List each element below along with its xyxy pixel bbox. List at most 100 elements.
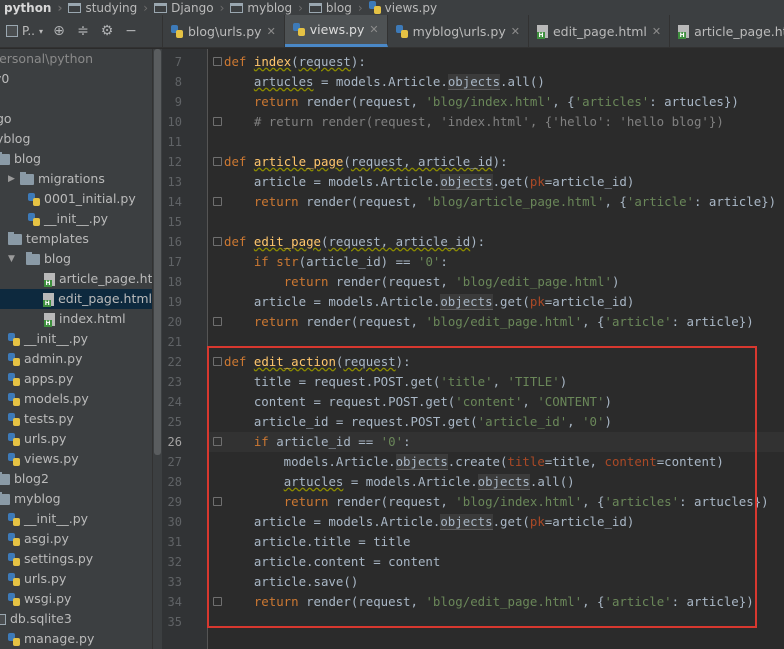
python-file-icon (368, 1, 381, 14)
code-line: article_id = request.POST.get('article_i… (224, 414, 612, 429)
python-file-icon (171, 24, 183, 38)
tree-item-blog2[interactable]: blog2 (0, 469, 49, 489)
code-line: content = request.POST.get('content', 'C… (224, 394, 612, 409)
target-icon[interactable]: ⊕ (51, 23, 67, 39)
html-file-icon (43, 292, 55, 307)
folder-icon (0, 491, 10, 505)
code-line: article = models.Article.objects.get(pk=… (224, 294, 635, 310)
code-line: artucles = models.Article.objects.all() (283, 474, 575, 490)
tree-item[interactable]: y0 (0, 69, 9, 89)
tab-article-page[interactable]: article_page.html (670, 15, 784, 47)
breadcrumb: python › studying › Django › myblog › blog › … (0, 0, 784, 15)
tab-edit-page[interactable]: edit_page.html✕ (529, 15, 671, 47)
folder-icon (0, 471, 10, 485)
tree-scrollbar-thumb[interactable] (154, 49, 161, 455)
tree-item-file[interactable]: settings.py (8, 549, 93, 569)
tree-item-blog[interactable]: blog (0, 149, 41, 169)
html-file-icon (678, 24, 690, 39)
breadcrumb-item-blog[interactable]: blog › (303, 1, 363, 15)
tree-item-db[interactable]: db.sqlite3 (0, 609, 72, 629)
tree-item-file[interactable]: __init__.py (8, 329, 88, 349)
tree-item-file[interactable]: models.py (8, 389, 89, 409)
line-number: 17 (167, 255, 182, 269)
line-number: 30 (167, 515, 182, 529)
folder-icon (230, 2, 244, 13)
tab-myblog-urls[interactable]: myblog\urls.py ✕ (388, 15, 529, 47)
tree-item[interactable]: go (0, 109, 12, 129)
tree-item-file[interactable]: urls.py (8, 569, 66, 589)
tree-item-myblog[interactable]: yblog (0, 129, 30, 149)
tree-item-myblog-pkg[interactable]: myblog (0, 489, 61, 509)
line-number: 10 (167, 115, 182, 129)
python-file-icon (8, 392, 20, 406)
line-number: 15 (167, 215, 182, 229)
line-number: 18 (167, 275, 182, 289)
close-icon[interactable]: ✕ (369, 23, 378, 36)
folder-icon (308, 2, 322, 13)
line-number: 13 (167, 175, 182, 189)
line-number: 35 (167, 615, 182, 629)
close-icon[interactable]: ✕ (652, 25, 661, 38)
tree-item-file[interactable]: manage.py (8, 629, 94, 649)
expand-arrow-icon[interactable]: ▶ (8, 169, 16, 189)
tree-item-file[interactable]: admin.py (8, 349, 82, 369)
collapse-arrow-icon[interactable]: ▼ (8, 249, 16, 269)
tree-item-file[interactable]: urls.py (8, 429, 66, 449)
collapse-icon[interactable]: ≑ (75, 23, 91, 39)
code-line: article.content = content (224, 554, 441, 569)
html-file-icon (44, 272, 55, 287)
code-line: return render(request, 'blog/index.html'… (283, 494, 769, 509)
gear-icon[interactable]: ⚙ (99, 23, 115, 39)
code-line: models.Article.objects.create(title=titl… (224, 454, 724, 470)
code-line: article.save() (224, 574, 359, 589)
editor-toolbar: P.. ▾ ⊕ ≑ ⚙ − blog\urls.py ✕ views.py ✕ myb… (0, 15, 784, 48)
editor-tabs: blog\urls.py ✕ views.py ✕ myblog\urls.py ✕ … (163, 15, 784, 47)
tree-item-file[interactable]: asgi.py (8, 529, 69, 549)
minimize-icon[interactable]: − (123, 23, 139, 39)
tree-item-file[interactable]: index.html (44, 309, 126, 329)
tree-item-file[interactable]: views.py (8, 449, 79, 469)
line-number: 28 (167, 475, 182, 489)
line-number: 16 (167, 235, 182, 249)
tree-item-file[interactable]: apps.py (8, 369, 73, 389)
python-file-icon (8, 372, 20, 386)
folder-icon (20, 171, 34, 185)
line-number: 22 (167, 355, 182, 369)
breadcrumb-item-studying[interactable]: studying › (62, 1, 148, 15)
code-line: return render(request, 'blog/edit_page.h… (253, 594, 754, 609)
tree-item-templates-blog[interactable]: ▼ blog (8, 249, 71, 269)
tree-item-file[interactable]: 0001_initial.py (28, 189, 136, 209)
breadcrumb-item-myblog[interactable]: myblog › (224, 1, 303, 15)
tree-item-file[interactable]: __init__.py (8, 509, 88, 529)
code-line: def edit_action(request): (224, 354, 411, 369)
breadcrumb-item-views[interactable]: views.py (363, 1, 437, 15)
line-number: 19 (167, 295, 182, 309)
tree-item-file[interactable]: article_page.html (44, 269, 152, 289)
tree-item-file-selected[interactable]: edit_page.html (0, 289, 152, 309)
python-file-icon (28, 212, 40, 226)
tree-item-file[interactable]: tests.py (8, 409, 74, 429)
tree-item-templates[interactable]: templates (8, 229, 89, 249)
tab-views[interactable]: views.py ✕ (284, 15, 388, 47)
code-line: article.title = title (224, 534, 411, 549)
tab-blog-urls[interactable]: blog\urls.py ✕ (163, 15, 285, 47)
close-icon[interactable]: ✕ (511, 25, 520, 38)
breadcrumb-item-django[interactable]: Django › (148, 1, 224, 15)
line-number: 14 (167, 195, 182, 209)
folder-icon (0, 151, 10, 165)
python-file-icon (8, 572, 20, 586)
python-file-icon (395, 24, 408, 38)
line-number: 9 (174, 95, 182, 109)
breadcrumb-item-python[interactable]: python › (0, 1, 62, 15)
tree-item-root[interactable]: Personal\python (0, 49, 93, 69)
tree-item-file[interactable]: wsgi.py (8, 589, 71, 609)
tree-item-file[interactable]: __init__.py (28, 209, 108, 229)
line-number: 31 (167, 535, 182, 549)
project-tree: Personal\python y0 go yblog blog ▶migrat… (0, 49, 152, 649)
python-file-icon (8, 452, 20, 466)
tree-item-migrations[interactable]: ▶ migrations (8, 169, 105, 189)
project-view-selector[interactable]: P.. ▾ (6, 24, 43, 38)
code-line: artucles = models.Article.objects.all() (253, 74, 545, 90)
close-icon[interactable]: ✕ (267, 25, 276, 38)
code-line: def index(request): (224, 54, 366, 69)
